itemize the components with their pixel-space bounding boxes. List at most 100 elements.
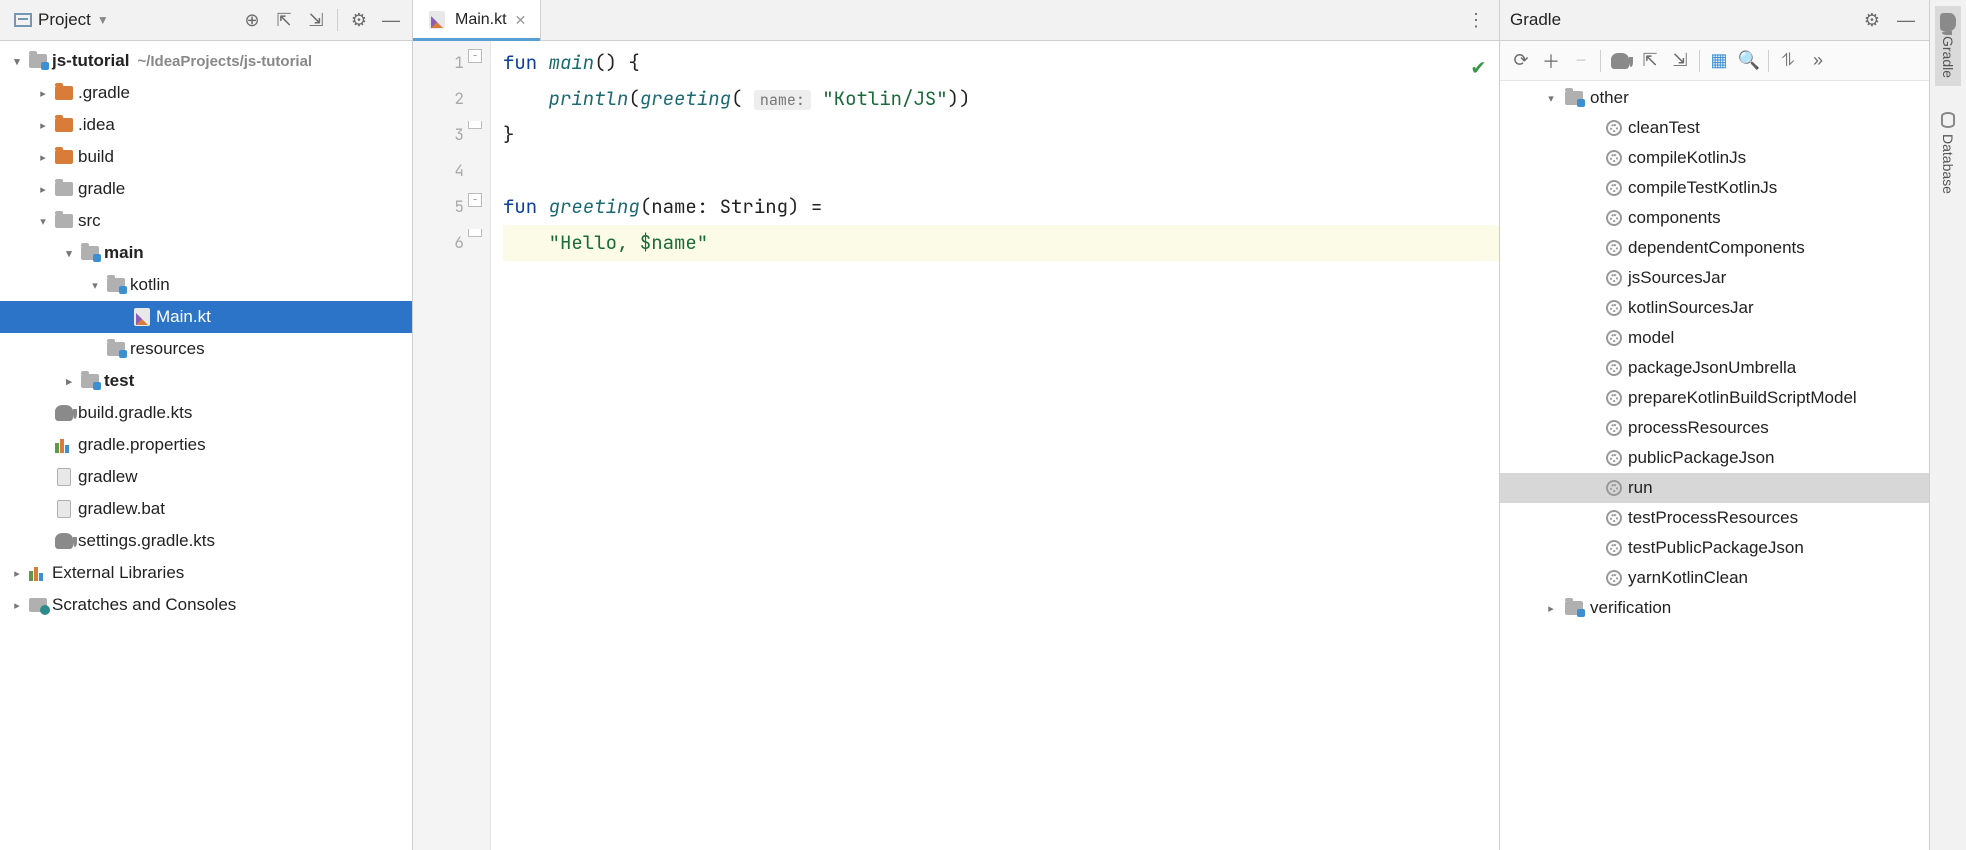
line-number[interactable]: 1: [413, 45, 464, 81]
refresh-icon[interactable]: ⟳: [1508, 48, 1534, 74]
function-name: greeting: [549, 194, 640, 219]
gradle-tree[interactable]: ▾ other cleanTest compileKotlinJs compil…: [1500, 81, 1929, 850]
gradle-task[interactable]: processResources: [1500, 413, 1929, 443]
expand-all-icon[interactable]: ⇱: [271, 7, 297, 33]
tree-row[interactable]: settings.gradle.kts: [0, 525, 412, 557]
collapse-icon[interactable]: ⇲: [1667, 48, 1693, 74]
gradle-group-other[interactable]: ▾ other: [1500, 83, 1929, 113]
gradle-task[interactable]: cleanTest: [1500, 113, 1929, 143]
offline-icon[interactable]: ▦: [1706, 48, 1732, 74]
gradle-file-icon: [55, 405, 73, 421]
gradle-task[interactable]: kotlinSourcesJar: [1500, 293, 1929, 323]
more-icon[interactable]: »: [1805, 48, 1831, 74]
tree-row[interactable]: resources: [0, 333, 412, 365]
chevron-icon[interactable]: ▸: [36, 87, 50, 100]
fold-end-icon[interactable]: [468, 121, 482, 129]
tree-row[interactable]: gradlew: [0, 461, 412, 493]
chevron-right-icon[interactable]: ▸: [1544, 602, 1558, 615]
line-number[interactable]: 3: [413, 117, 464, 153]
search-icon[interactable]: 🔍: [1736, 48, 1762, 74]
tree-row-external-libs[interactable]: ▸ External Libraries: [0, 557, 412, 589]
gutter[interactable]: 123456 − −: [413, 41, 491, 850]
close-icon[interactable]: ✕: [515, 12, 527, 29]
fold-end-icon[interactable]: [468, 229, 482, 237]
tree-row[interactable]: gradle.properties: [0, 429, 412, 461]
gradle-task[interactable]: run: [1500, 473, 1929, 503]
fold-toggle-icon[interactable]: −: [468, 193, 482, 207]
add-icon[interactable]: ＋: [1538, 48, 1564, 74]
tree-row[interactable]: ▸ build: [0, 141, 412, 173]
tree-row-root[interactable]: ▾ js-tutorial ~/IdeaProjects/js-tutorial: [0, 45, 412, 77]
remove-icon[interactable]: −: [1568, 48, 1594, 74]
line-number[interactable]: 2: [413, 81, 464, 117]
gradle-task[interactable]: prepareKotlinBuildScriptModel: [1500, 383, 1929, 413]
chevron-icon[interactable]: ▸: [36, 151, 50, 164]
chevron-right-icon[interactable]: ▸: [10, 599, 24, 612]
task-icon: [1606, 330, 1622, 346]
project-view-selector[interactable]: Project ▼: [8, 8, 115, 32]
editor-tab-main-kt[interactable]: Main.kt ✕: [413, 0, 541, 40]
chevron-icon[interactable]: ▸: [62, 375, 76, 388]
code-content[interactable]: ✔ fun main() { println(greeting( name: "…: [491, 41, 1499, 850]
tree-label: resources: [130, 339, 205, 359]
gear-icon[interactable]: ⚙: [1859, 7, 1885, 33]
tree-row[interactable]: ▸ gradle: [0, 173, 412, 205]
gradle-task[interactable]: compileKotlinJs: [1500, 143, 1929, 173]
chevron-icon[interactable]: ▾: [36, 215, 50, 228]
line-number[interactable]: 4: [413, 153, 464, 189]
gradle-task[interactable]: packageJsonUmbrella: [1500, 353, 1929, 383]
gradle-task[interactable]: publicPackageJson: [1500, 443, 1929, 473]
chevron-icon[interactable]: ▾: [88, 279, 102, 292]
gradle-task[interactable]: testProcessResources: [1500, 503, 1929, 533]
gradle-run-icon[interactable]: [1607, 48, 1633, 74]
line-number[interactable]: 5: [413, 189, 464, 225]
chevron-icon[interactable]: ▸: [36, 119, 50, 132]
file-icon: [57, 468, 71, 486]
tree-row[interactable]: ▾ kotlin: [0, 269, 412, 301]
gradle-task[interactable]: components: [1500, 203, 1929, 233]
tree-row[interactable]: ▸ test: [0, 365, 412, 397]
tree-row[interactable]: ▸ .gradle: [0, 77, 412, 109]
gradle-task[interactable]: dependentComponents: [1500, 233, 1929, 263]
expand-icon[interactable]: ⇱: [1637, 48, 1663, 74]
gradle-task[interactable]: testPublicPackageJson: [1500, 533, 1929, 563]
editor-body[interactable]: 123456 − − ✔ fun main() { println(greeti…: [413, 41, 1499, 850]
tree-row[interactable]: ▾ src: [0, 205, 412, 237]
tree-row-scratches[interactable]: ▸ Scratches and Consoles: [0, 589, 412, 621]
analysis-ok-icon[interactable]: ✔: [1472, 49, 1485, 85]
gradle-task[interactable]: jsSourcesJar: [1500, 263, 1929, 293]
tree-row[interactable]: ▾ main: [0, 237, 412, 269]
gradle-task[interactable]: yarnKotlinClean: [1500, 563, 1929, 593]
tree-row[interactable]: Main.kt: [0, 301, 412, 333]
side-tab-database[interactable]: Database: [1936, 104, 1960, 202]
gradle-group-verification[interactable]: ▸ verification: [1500, 593, 1929, 623]
chevron-icon[interactable]: ▸: [36, 183, 50, 196]
chevron-down-icon: ▼: [97, 13, 109, 27]
gradle-task[interactable]: compileTestKotlinJs: [1500, 173, 1929, 203]
tree-label: js-tutorial: [52, 51, 129, 71]
project-tree[interactable]: ▾ js-tutorial ~/IdeaProjects/js-tutorial…: [0, 41, 412, 850]
target-icon[interactable]: ⊕: [239, 7, 265, 33]
side-tab-gradle[interactable]: Gradle: [1935, 6, 1961, 86]
gradle-task[interactable]: model: [1500, 323, 1929, 353]
collapse-all-icon[interactable]: ⇲: [303, 7, 329, 33]
chevron-down-icon[interactable]: ▾: [1544, 92, 1558, 105]
more-icon[interactable]: ⋮: [1463, 7, 1489, 33]
module-folder-icon: [107, 278, 125, 292]
folder-icon: [55, 150, 73, 164]
chevron-right-icon[interactable]: ▸: [10, 567, 24, 580]
fold-toggle-icon[interactable]: −: [468, 49, 482, 63]
gradle-tool-window: Gradle ⚙ — ⟳ ＋ − ⇱ ⇲ ▦ 🔍 ⥮ » ▾ other cle…: [1499, 0, 1929, 850]
divider: [1600, 50, 1601, 72]
minimize-icon[interactable]: —: [1893, 7, 1919, 33]
param-hint: name:: [754, 90, 811, 110]
toggle-icon[interactable]: ⥮: [1775, 48, 1801, 74]
tree-row[interactable]: build.gradle.kts: [0, 397, 412, 429]
tree-row[interactable]: ▸ .idea: [0, 109, 412, 141]
tree-row[interactable]: gradlew.bat: [0, 493, 412, 525]
gear-icon[interactable]: ⚙: [346, 7, 372, 33]
chevron-down-icon[interactable]: ▾: [10, 55, 24, 68]
line-number[interactable]: 6: [413, 225, 464, 261]
minimize-icon[interactable]: —: [378, 7, 404, 33]
chevron-icon[interactable]: ▾: [62, 247, 76, 260]
